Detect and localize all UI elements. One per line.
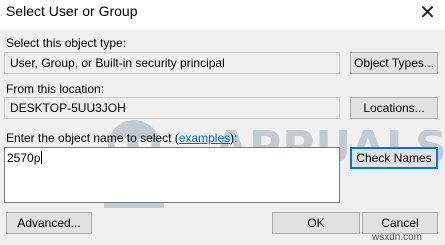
site-watermark: wsxdn.com bbox=[372, 232, 423, 243]
location-field: DESKTOP-5UU3JOH bbox=[4, 97, 340, 119]
text-caret bbox=[41, 151, 43, 164]
title-bar: Select User or Group ✕ bbox=[0, 0, 445, 30]
location-value: DESKTOP-5UU3JOH bbox=[10, 101, 126, 115]
object-name-label-suffix: ): bbox=[230, 131, 238, 145]
advanced-button[interactable]: Advanced... bbox=[6, 212, 92, 234]
object-name-value: 2570p bbox=[7, 151, 41, 165]
check-names-button[interactable]: Check Names bbox=[350, 147, 438, 169]
location-label: From this location: bbox=[6, 82, 105, 96]
close-icon[interactable]: ✕ bbox=[410, 0, 445, 24]
object-type-value: User, Group, or Built-in security princi… bbox=[10, 56, 225, 70]
locations-button[interactable]: Locations... bbox=[350, 97, 438, 119]
examples-link[interactable]: examples bbox=[179, 131, 230, 145]
dialog-body: APPUALS TECH HOW-TO'S FROM THE EXPERTS! … bbox=[0, 30, 445, 245]
object-name-input[interactable]: 2570p bbox=[4, 147, 340, 203]
ok-button[interactable]: OK bbox=[272, 212, 360, 234]
object-types-button[interactable]: Object Types... bbox=[350, 52, 438, 74]
object-type-field: User, Group, or Built-in security princi… bbox=[4, 52, 340, 74]
object-name-label-prefix: Enter the object name to select ( bbox=[6, 131, 179, 145]
window-title: Select User or Group bbox=[6, 3, 138, 19]
cancel-button[interactable]: Cancel bbox=[362, 212, 438, 234]
object-type-label: Select this object type: bbox=[6, 36, 127, 50]
object-name-label: Enter the object name to select (example… bbox=[6, 131, 237, 145]
